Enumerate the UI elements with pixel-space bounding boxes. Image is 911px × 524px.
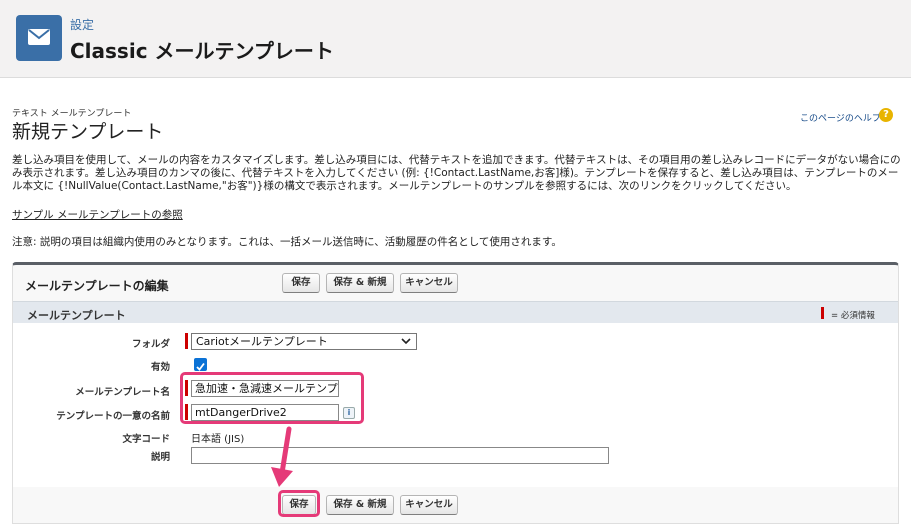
header-title: Classic メールテンプレート xyxy=(70,39,334,63)
encoding-value: 日本語 (JIS) xyxy=(191,434,245,445)
page-header: 設定 Classic メールテンプレート xyxy=(0,0,911,78)
page-description: 差し込み項目を使用して、メールの内容をカスタマイズします。差し込み項目には、代替… xyxy=(12,154,901,192)
cancel-button-top[interactable]: キャンセル xyxy=(400,273,458,293)
highlight-name-fields xyxy=(180,372,364,424)
description-note: 注意: 説明の項目は組織内使用のみとなります。これは、一括メール送信時に、活動履… xyxy=(12,236,562,248)
folder-label: フォルダ xyxy=(131,339,170,350)
active-checkbox[interactable] xyxy=(194,358,207,371)
arrow-icon xyxy=(271,426,293,487)
template-name-label: メールテンプレート名 xyxy=(75,387,170,398)
section-title: メールテンプレート xyxy=(27,309,126,322)
form-area: フォルダ Cariotメールテンプレート 有効 メールテンプレート名 急加速・急… xyxy=(13,323,898,487)
breadcrumb[interactable]: 設定 xyxy=(70,16,94,33)
active-label: 有効 xyxy=(150,362,170,373)
cancel-button-bottom[interactable]: キャンセル xyxy=(400,495,458,515)
save-new-button-bottom[interactable]: 保存 & 新規 xyxy=(326,495,394,515)
panel-title: メールテンプレートの編集 xyxy=(25,279,169,293)
folder-select[interactable]: Cariotメールテンプレート xyxy=(191,333,417,350)
description-label: 説明 xyxy=(150,452,170,463)
highlight-save-button xyxy=(278,490,320,517)
page-title: 新規テンプレート xyxy=(12,121,164,143)
save-new-button-top[interactable]: 保存 & 新規 xyxy=(326,273,394,293)
folder-required-mark xyxy=(185,333,188,349)
encoding-label: 文字コード xyxy=(122,434,170,445)
chevron-down-icon xyxy=(400,335,412,351)
edit-panel: メールテンプレートの編集 保存 保存 & 新規 キャンセル メールテンプレート … xyxy=(12,262,899,524)
help-icon[interactable]: ? xyxy=(879,108,893,122)
description-input[interactable] xyxy=(191,447,609,464)
save-button-top[interactable]: 保存 xyxy=(282,273,320,293)
help-link[interactable]: このページのヘルプ xyxy=(800,111,881,124)
section-header: メールテンプレート = 必須情報 xyxy=(13,301,898,323)
folder-select-value: Cariotメールテンプレート xyxy=(196,335,328,348)
unique-name-label: テンプレートの一意の名前 xyxy=(56,411,170,422)
sample-templates-link[interactable]: サンプル メールテンプレートの参照 xyxy=(12,207,183,222)
required-legend: = 必須情報 xyxy=(831,311,875,321)
envelope-icon xyxy=(16,15,62,61)
required-indicator xyxy=(821,307,824,319)
